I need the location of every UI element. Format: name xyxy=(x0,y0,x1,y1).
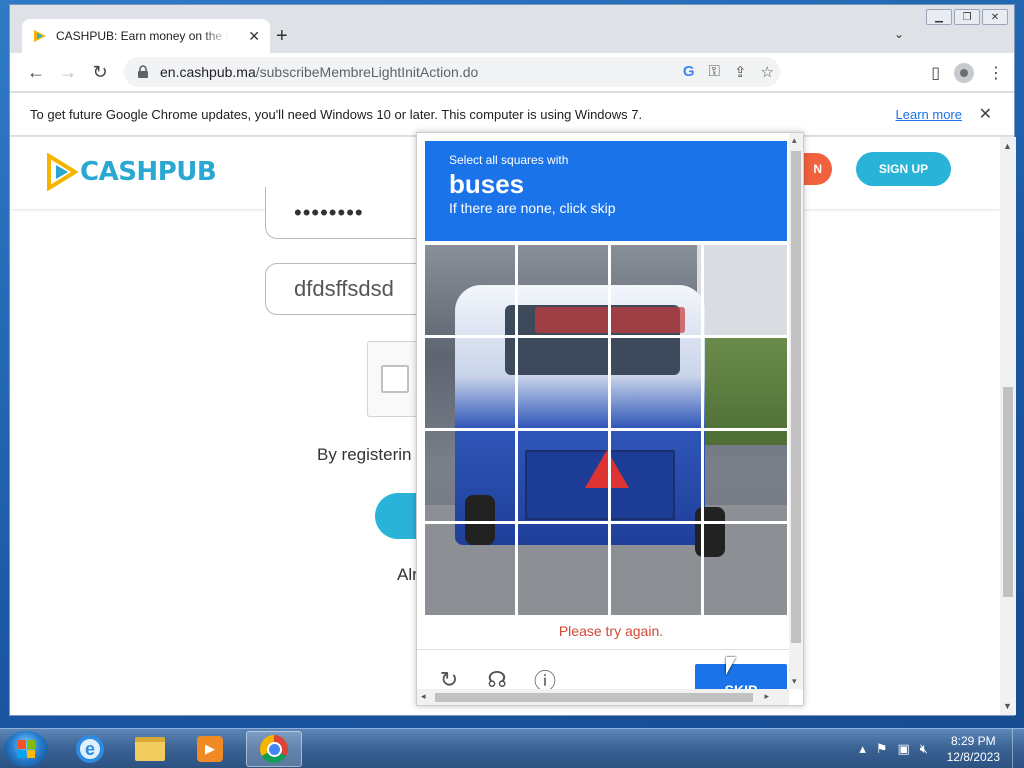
challenge-header: Select all squares with buses If there a… xyxy=(425,141,787,241)
cashpub-logo-icon xyxy=(47,153,78,191)
scroll-down-icon[interactable]: ▼ xyxy=(1003,701,1012,711)
back-button[interactable]: ← xyxy=(20,56,52,88)
url-path: /subscribeMembreLightInitAction.do xyxy=(255,64,479,80)
challenge-error: Please try again. xyxy=(558,623,664,639)
network-icon[interactable]: ▣ xyxy=(898,741,910,757)
address-bar[interactable]: en.cashpub.ma/subscribeMembreLightInitAc… xyxy=(124,57,780,87)
challenge-prompt: Select all squares with xyxy=(449,153,569,167)
challenge-hscroll[interactable]: ◂ ▸ xyxy=(417,689,789,705)
challenge-subprompt: If there are none, click skip xyxy=(449,200,616,216)
challenge-image-grid[interactable] xyxy=(425,245,787,615)
scroll-down-icon[interactable]: ▾ xyxy=(792,676,797,687)
action-center-flag-icon[interactable]: ⚑ xyxy=(876,741,888,757)
image-wheel xyxy=(695,507,725,557)
taskbar-media-player[interactable]: ▶ xyxy=(182,731,238,767)
recaptcha-checkbox[interactable] xyxy=(381,365,409,393)
forward-button[interactable]: → xyxy=(52,56,84,88)
side-panel-icon[interactable]: ▯ xyxy=(931,63,940,83)
bookmark-star-icon[interactable]: ☆ xyxy=(761,63,774,81)
tab-strip: CASHPUB: Earn money on the internet ✕ + … xyxy=(10,5,1014,53)
logo-text: CASHPUB xyxy=(80,157,217,187)
internet-explorer-icon: e xyxy=(76,735,104,763)
windows-logo-icon xyxy=(17,740,35,758)
key-icon[interactable]: ⚿ xyxy=(709,63,720,81)
infobar-close-icon[interactable]: ✕ xyxy=(979,104,992,124)
taskbar-google-chrome[interactable] xyxy=(246,731,302,767)
clock[interactable]: 8:29 PM 12/8/2023 xyxy=(947,733,1000,765)
lock-icon xyxy=(138,65,148,78)
register-terms-text: By registerin xyxy=(317,445,412,464)
grid-divider xyxy=(425,521,787,524)
scroll-left-icon[interactable]: ◂ xyxy=(421,691,426,702)
already-member-text: Alr xyxy=(397,565,418,584)
page-scrollbar[interactable]: ▲ ▼ xyxy=(1000,137,1016,715)
share-icon[interactable]: ⇪ xyxy=(734,63,747,81)
taskbar: e ▶ ▴ ⚑ ▣ 🔇︎ 8:29 PM 12/8/2023 xyxy=(0,728,1024,768)
profile-avatar-icon[interactable] xyxy=(954,63,974,83)
chrome-icon xyxy=(260,735,288,763)
tray-expand-icon[interactable]: ▴ xyxy=(859,741,866,757)
update-infobar: To get future Google Chrome updates, you… xyxy=(10,92,1014,136)
image-sky xyxy=(697,245,787,345)
recaptcha-challenge: Select all squares with buses If there a… xyxy=(416,132,804,706)
clock-date: 12/8/2023 xyxy=(946,750,1000,764)
volume-muted-icon[interactable]: 🔇︎ xyxy=(920,741,928,757)
tab-search-chevron-icon[interactable]: ⌄ xyxy=(894,27,904,41)
taskbar-file-explorer[interactable] xyxy=(122,731,178,767)
cashpub-logo[interactable]: CASHPUB xyxy=(46,153,217,191)
challenge-target: buses xyxy=(449,169,525,199)
warning-triangle-icon xyxy=(585,450,629,488)
taskbar-internet-explorer[interactable]: e xyxy=(62,731,118,767)
media-player-icon: ▶ xyxy=(197,736,223,762)
mouse-cursor-icon xyxy=(726,657,736,675)
grid-divider xyxy=(425,335,787,338)
folder-icon xyxy=(135,737,165,761)
page-scrollbar-thumb[interactable] xyxy=(1003,387,1013,597)
toolbar: ← → ↻ en.cashpub.ma/subscribeMembreLight… xyxy=(10,53,1014,91)
url-host: en.cashpub.ma xyxy=(160,64,256,80)
new-tab-button[interactable]: + xyxy=(276,25,288,48)
scroll-up-icon[interactable]: ▴ xyxy=(792,135,797,146)
show-desktop-button[interactable] xyxy=(1012,729,1024,768)
challenge-vscroll-thumb[interactable] xyxy=(791,151,801,643)
menu-kebab-icon[interactable]: ⋮ xyxy=(988,63,1004,83)
learn-more-link[interactable]: Learn more xyxy=(896,107,962,122)
scroll-up-icon[interactable]: ▲ xyxy=(1003,141,1012,151)
tab-cashpub[interactable]: CASHPUB: Earn money on the internet ✕ xyxy=(22,19,270,53)
clock-time: 8:29 PM xyxy=(950,734,996,748)
cashpub-favicon-icon xyxy=(34,30,46,42)
google-translate-icon[interactable]: G xyxy=(683,63,695,81)
scroll-right-icon[interactable]: ▸ xyxy=(764,691,769,702)
tab-close-icon[interactable]: ✕ xyxy=(248,28,260,45)
grid-divider xyxy=(425,428,787,431)
image-wheel xyxy=(465,495,495,545)
infobar-message: To get future Google Chrome updates, you… xyxy=(30,106,643,122)
tab-title: CASHPUB: Earn money on the internet xyxy=(56,29,228,43)
reload-button[interactable]: ↻ xyxy=(84,56,116,88)
system-tray: ▴ ⚑ ▣ 🔇︎ xyxy=(859,741,928,757)
start-button[interactable] xyxy=(4,731,48,767)
signup-button[interactable]: SIGN UP xyxy=(856,152,951,186)
challenge-vscroll[interactable]: ▴ ▾ xyxy=(789,133,803,689)
challenge-hscroll-thumb[interactable] xyxy=(435,693,753,702)
